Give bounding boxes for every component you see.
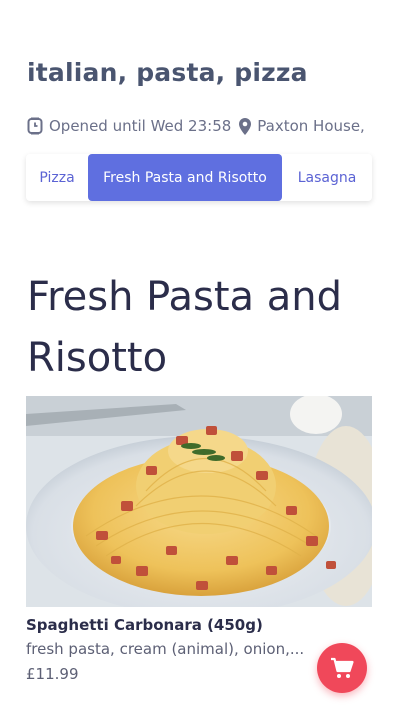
restaurant-info: Opened until Wed 23:58 Paxton House, [27,115,400,137]
opening-hours: Opened until Wed 23:58 [49,117,232,135]
clock-icon [27,117,43,135]
category-tabs: Pizza Fresh Pasta and Risotto Lasagna [26,154,372,201]
product-name[interactable]: Spaghetti Carbonara (450g) [26,616,263,634]
cart-icon [331,657,354,678]
product-price: £11.99 [26,665,79,683]
tab-pizza[interactable]: Pizza [26,154,88,201]
tab-fresh-pasta-and-risotto[interactable]: Fresh Pasta and Risotto [88,154,282,201]
location-pin-icon [239,117,252,135]
section-heading: Fresh Pasta and Risotto [27,273,343,381]
restaurant-location: Paxton House, [257,117,365,135]
product-description: fresh pasta, cream (animal), onion,... [26,640,305,658]
tab-lasagna[interactable]: Lasagna [282,154,372,201]
spaghetti-carbonara-photo[interactable] [26,396,372,607]
restaurant-title: italian, pasta, pizza [27,58,308,87]
cart-button[interactable] [317,643,367,693]
